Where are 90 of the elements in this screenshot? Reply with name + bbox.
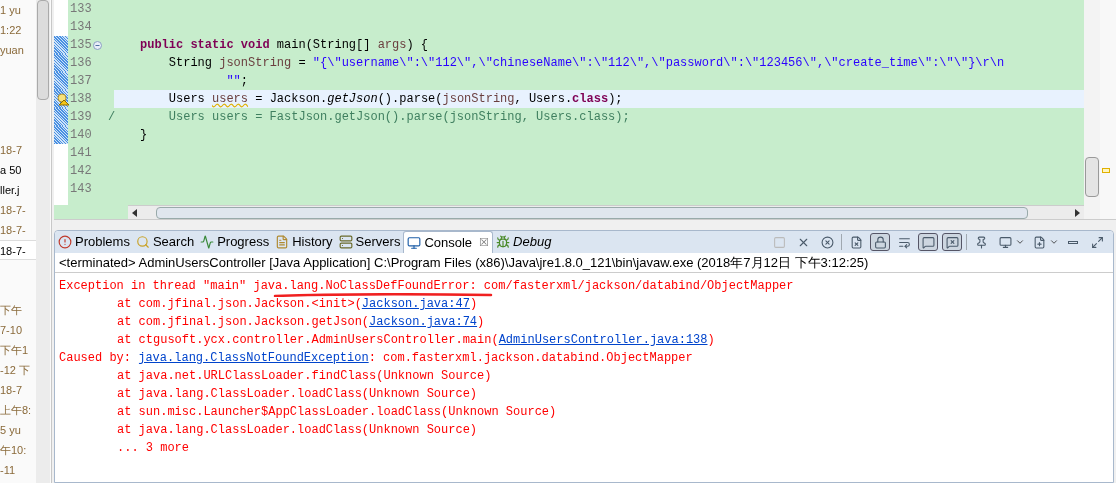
view-tab[interactable]: Problems <box>55 231 133 253</box>
document-icon <box>275 235 290 249</box>
scrollbar-thumb[interactable] <box>37 0 49 100</box>
scrollbar-thumb[interactable] <box>156 206 1028 219</box>
line-number: 142 <box>69 163 92 180</box>
stderr-icon <box>945 235 959 249</box>
list-row[interactable]: 1:22 <box>0 20 36 40</box>
console-line: Exception in thread "main" java.lang.NoClassDefFoundError: com/fasterxml/jackson/databind/ObjectMapper <box>59 279 794 293</box>
terminate-icon <box>772 235 786 249</box>
scrollbar-thumb[interactable] <box>1085 157 1099 197</box>
view-tab[interactable]: Debug <box>493 231 555 253</box>
source-link[interactable]: AdminUsersController.java:138 <box>498 333 708 347</box>
console-line: at java.lang.ClassLoader.loadClass(Unknown Source) <box>117 423 478 437</box>
list-row[interactable]: 18-7 <box>0 380 36 400</box>
console-line: at ctgusoft.ycx.controller.AdminUsersController.main(AdminUsersController.java:138) <box>117 333 715 347</box>
line-number: 136 <box>69 55 92 72</box>
line-number: 138 <box>69 91 92 108</box>
view-tab[interactable]: Console ☒ <box>403 231 494 253</box>
maximize-icon <box>1090 235 1104 249</box>
vertical-scrollbar[interactable] <box>1084 0 1100 219</box>
list-row[interactable]: 18-7 <box>0 140 36 160</box>
console-line: at java.net.URLClassLoader.findClass(Unknown Source) <box>117 369 492 383</box>
list-row[interactable]: 午10: <box>0 440 36 460</box>
minimize-icon <box>1068 240 1078 244</box>
line-number: 140 <box>69 127 92 144</box>
display-icon <box>998 235 1012 249</box>
source-link[interactable]: Jackson.java:74 <box>369 315 478 329</box>
server-icon <box>338 235 353 249</box>
line-number: 133 <box>69 1 92 18</box>
list-row[interactable]: 18-7- <box>0 200 36 220</box>
scrollbar[interactable] <box>36 0 50 483</box>
fold-collapse-icon[interactable] <box>92 40 102 50</box>
list-row[interactable]: 18-7- <box>0 240 36 260</box>
caret-icon[interactable] <box>1015 237 1025 247</box>
code-line: } <box>139 127 149 144</box>
console-line: at java.lang.ClassLoader.loadClass(Unknown Source) <box>117 387 478 401</box>
line-number: 134 <box>69 19 92 36</box>
source-link[interactable]: java.lang.ClassNotFoundException <box>138 351 369 365</box>
view-tab[interactable]: History <box>272 231 336 253</box>
stdout-icon <box>921 235 935 249</box>
list-row[interactable]: -12 下 <box>0 360 36 380</box>
list-row[interactable]: yuan <box>0 40 36 60</box>
process-label: <terminated> AdminUsersController [Java Application] C:\Program Files (x86)\Java\jre1.8.0_121\bin\javaw.exe (2018年7月12日 下午3:12:25) <box>55 253 1113 273</box>
close-icon[interactable]: ☒ <box>479 234 490 251</box>
ruler-mark <box>1102 168 1110 173</box>
list-row[interactable]: ller.j <box>0 180 36 200</box>
list-row[interactable]: a 50 <box>0 160 36 180</box>
console-line: at sun.misc.Launcher$AppClassLoader.loadClass(Unknown Source) <box>117 405 557 419</box>
console-line: at com.jfinal.json.Jackson.getJson(Jackson.java:74) <box>117 315 485 329</box>
line-number: 141 <box>69 145 92 162</box>
console-line: ... 3 more <box>117 441 189 455</box>
line-number: 143 <box>69 181 92 198</box>
alert-icon <box>58 235 72 249</box>
list-row[interactable]: 下午1 <box>0 340 36 360</box>
scroll-lock-button[interactable] <box>870 233 890 251</box>
horizontal-scrollbar[interactable] <box>128 205 1084 219</box>
list-row[interactable]: 7-10 <box>0 320 36 340</box>
caret-icon[interactable] <box>1049 237 1059 247</box>
list-row[interactable]: 1 yu <box>0 0 36 20</box>
list-row[interactable]: -11 <box>0 460 36 480</box>
bug-icon <box>496 235 511 249</box>
activity-icon <box>200 235 215 249</box>
source-link[interactable]: Jackson.java:47 <box>361 297 470 311</box>
code-line: public static void main(String[] args) { <box>139 37 430 54</box>
monitor-icon <box>407 235 422 250</box>
margin-mark: / <box>108 109 116 126</box>
console-line: Caused by: java.lang.ClassNotFoundException: com.fasterxml.jackson.databind.ObjectMapper <box>59 351 693 365</box>
search-icon <box>135 235 150 249</box>
view-tab[interactable]: Servers <box>335 231 404 253</box>
stdout-button[interactable] <box>918 233 938 251</box>
view-tab[interactable]: Progress <box>197 231 273 253</box>
view-tab[interactable]: Search <box>132 231 198 253</box>
clear-icon <box>849 235 863 249</box>
list-row[interactable]: 上午8: <box>0 400 36 420</box>
line-number: 135 <box>69 37 92 54</box>
list-row[interactable]: 下午 <box>0 300 36 320</box>
word-wrap-icon <box>897 235 911 249</box>
line-number: 139 <box>69 109 92 126</box>
code-line: ""; <box>225 73 250 90</box>
line-number: 137 <box>69 73 92 90</box>
code-line: String jsonString = "{\"username\":\"112\",\"chineseName\":\"112\",\"password\":\"123456\",\"create_time\":\"\"}\r\n <box>167 55 1006 72</box>
list-row[interactable]: 5 yu <box>0 420 36 440</box>
list-row[interactable]: 18-7- <box>0 220 36 240</box>
remove-all-icon <box>820 235 834 249</box>
new-console-icon <box>1032 235 1046 249</box>
console-line: at com.jfinal.json.Jackson.<init>(Jackson.java:47) <box>117 297 478 311</box>
pin-icon <box>974 235 988 249</box>
code-line: Users users = FastJson.getJson().parse(jsonString, Users.class); <box>167 109 631 126</box>
stderr-button[interactable] <box>942 233 962 251</box>
scroll-lock-icon <box>873 235 887 249</box>
